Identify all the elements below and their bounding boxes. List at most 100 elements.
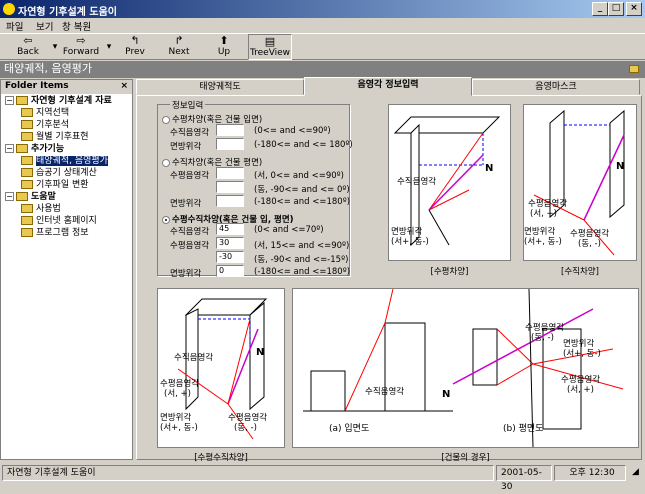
collapse-icon[interactable]: − xyxy=(5,144,14,153)
plan-label: (b) 평면도 xyxy=(503,424,544,434)
range-text: (-180<= and <=180º) xyxy=(254,197,351,207)
tree-item-psychro[interactable]: 습공기 상태계산 xyxy=(21,168,97,179)
prev-button[interactable]: ↰ Prev xyxy=(120,34,150,60)
folder-icon xyxy=(21,180,33,189)
folder-icon xyxy=(21,132,33,141)
collapse-icon[interactable]: − xyxy=(5,192,14,201)
tree-label: 자연형 기후설계 자료 xyxy=(31,96,112,106)
tree-item-extras[interactable]: − 추가기능 xyxy=(5,144,64,155)
collapse-icon[interactable]: − xyxy=(5,96,14,105)
caption-both: [수평수직차양] xyxy=(194,453,248,463)
prev-icon: ↰ xyxy=(130,34,140,47)
fig-label: (동, -) xyxy=(531,333,554,343)
treeview-label: TreeView xyxy=(249,48,291,58)
close-pane-icon[interactable]: × xyxy=(120,80,128,93)
input-h-vert[interactable] xyxy=(216,124,244,136)
caption-building: [건물의 경우] xyxy=(441,453,490,463)
treeview-icon: ▤ xyxy=(264,35,276,48)
range-text: (동, -90<= and <= 0º) xyxy=(254,185,350,195)
tree-label: 태양궤적, 음영평가 xyxy=(36,156,108,166)
tree-item-design-data[interactable]: − 자연형 기후설계 자료 xyxy=(5,96,112,107)
tab-shading-mask[interactable]: 음영마스크 xyxy=(472,79,640,95)
input-h-az[interactable] xyxy=(216,138,244,150)
label-horz: 수평음영각 xyxy=(170,171,210,181)
app-icon xyxy=(3,3,15,15)
tree-label: 프로그램 정보 xyxy=(36,228,89,238)
radio-horizontal[interactable]: 수평차양(혹은 건물 입면) xyxy=(162,113,262,125)
menu-restore[interactable]: 창 복원 xyxy=(62,19,91,33)
group-title: 정보입력 xyxy=(170,99,206,111)
input-group: 정보입력 수평차양(혹은 건물 입면) 수직음영각 (0<= and <=90º… xyxy=(157,99,353,279)
tab-shading-input[interactable]: 음영각 정보입력 xyxy=(304,77,472,96)
range-text: (0<= and <=90º) xyxy=(254,126,331,136)
window-title: 자연형 기후설계 도움이 xyxy=(18,7,117,18)
folder-icon xyxy=(21,108,33,117)
title-bar: 자연형 기후설계 도움이 _ □ × xyxy=(0,0,645,18)
up-folder-icon: ⬆ xyxy=(219,34,229,47)
radio-icon xyxy=(162,115,170,124)
folder-open-icon xyxy=(16,192,28,201)
range-text: (0< and <=70º) xyxy=(254,225,324,235)
fig-label: (서+, 동-) xyxy=(391,237,429,247)
tab-sun-path[interactable]: 태양궤적도 xyxy=(136,79,304,95)
tree-item-region[interactable]: 지역선택 xyxy=(21,108,69,119)
radio-vertical[interactable]: 수직차양(혹은 건물 평면) xyxy=(162,156,262,168)
close-button[interactable]: × xyxy=(626,2,642,16)
folder-icon xyxy=(21,120,33,129)
tree-item-homepage[interactable]: 인터넷 홈페이지 xyxy=(21,216,97,227)
minimize-button[interactable]: _ xyxy=(592,2,608,16)
resize-grip-icon[interactable]: ◢ xyxy=(628,465,643,481)
fig-label: 수직음영각 xyxy=(365,387,405,397)
folder-icon xyxy=(21,216,33,225)
range-text: (-180<= and <=180º) xyxy=(254,267,351,277)
tree-label: 습공기 상태계산 xyxy=(36,168,97,178)
menu-view[interactable]: 보기 xyxy=(36,19,53,33)
input-b-az[interactable]: 0 xyxy=(216,265,244,277)
tree-label: 도움말 xyxy=(31,192,56,202)
fig-label: (동, -) xyxy=(578,239,601,249)
treeview-button[interactable]: ▤ TreeView xyxy=(248,34,292,60)
tree-item-climate-analysis[interactable]: 기후분석 xyxy=(21,120,69,131)
tree-item-usage[interactable]: 사용법 xyxy=(21,204,61,215)
folder-icon xyxy=(21,204,33,213)
back-button[interactable]: ⇦ Back xyxy=(8,34,48,60)
tree-label: 기후파일 변환 xyxy=(36,180,89,190)
content-area: 태양궤적도 음영각 정보입력 음영마스크 정보입력 수평차양(혹은 건물 입면)… xyxy=(136,77,642,463)
input-v-az[interactable] xyxy=(216,195,244,207)
prev-label: Prev xyxy=(125,47,145,57)
figure-horizontal-shade: N 수직음영각 면방위각 (서+, 동-) xyxy=(388,104,511,261)
caption-horizontal: [수평차양] xyxy=(430,267,469,277)
tree-item-solar-shading[interactable]: 태양궤적, 음영평가 xyxy=(21,156,108,167)
maximize-button[interactable]: □ xyxy=(608,2,624,16)
up-button[interactable]: ⬆ Up xyxy=(210,34,238,60)
radio-selected-icon xyxy=(162,215,170,224)
tree-item-convert[interactable]: 기후파일 변환 xyxy=(21,180,89,191)
forward-button[interactable]: ⇨ Forward xyxy=(60,34,102,60)
forward-label: Forward xyxy=(62,47,100,57)
tree-label: 기후분석 xyxy=(36,120,70,130)
folder-icon xyxy=(629,65,639,73)
tree-item-info[interactable]: 프로그램 정보 xyxy=(21,228,89,239)
input-v-horz1[interactable] xyxy=(216,167,244,179)
tree-item-help[interactable]: − 도움말 xyxy=(5,192,56,203)
back-arrow-icon: ⇦ xyxy=(23,34,33,47)
folder-icon xyxy=(21,228,33,237)
figure-both-shade: N 수직음영각 수평음영각 (서, +) 면방위각 (서+, 동-) 수평음영각… xyxy=(157,288,285,448)
input-b-vert[interactable]: 45 xyxy=(216,223,244,235)
tree-item-monthly[interactable]: 월별 기후표현 xyxy=(21,132,89,143)
fig-label: (서, +) xyxy=(530,209,557,219)
tree-label: 월별 기후표현 xyxy=(36,132,89,142)
input-b-horz1[interactable]: 30 xyxy=(216,237,244,249)
range-text: (-180<= and <= 180º) xyxy=(254,140,353,150)
back-label: Back xyxy=(17,47,39,57)
input-b-horz2[interactable]: -30 xyxy=(216,251,244,263)
range-text: (서, 0<= and <=90º) xyxy=(254,171,344,181)
input-v-horz2[interactable] xyxy=(216,181,244,193)
tree-label: 추가기능 xyxy=(31,144,65,154)
menu-file[interactable]: 파일 xyxy=(6,19,23,33)
fig-label: (서+, 동-) xyxy=(524,237,562,247)
next-label: Next xyxy=(168,47,190,57)
next-button[interactable]: ↱ Next xyxy=(164,34,194,60)
status-bar: 자연형 기후설계 도움이 2001-05-30 오후 12:30 ◢ xyxy=(0,463,645,492)
address-bar: 태양궤적, 음영평가 xyxy=(0,61,645,78)
